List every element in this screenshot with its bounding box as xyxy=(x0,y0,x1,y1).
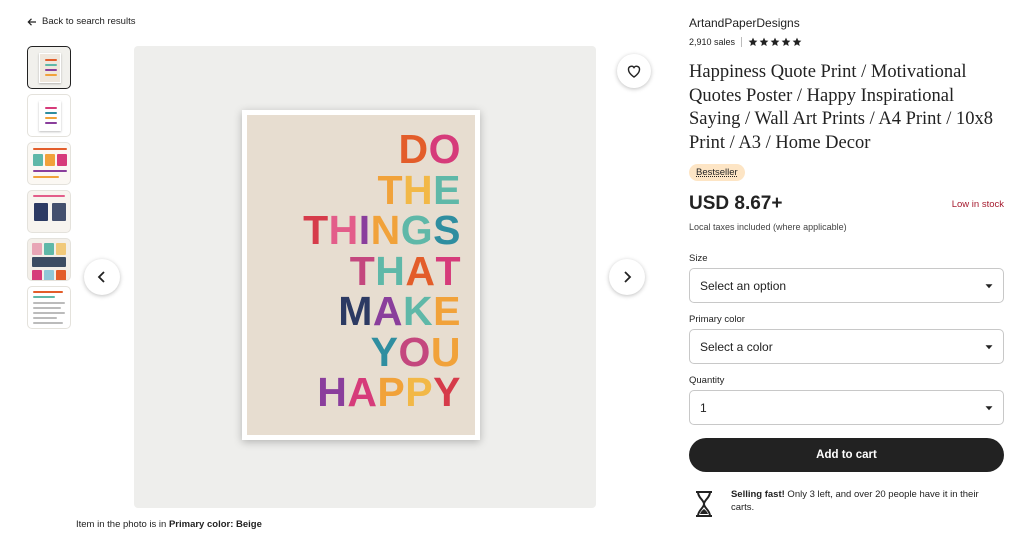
thumbnail-1[interactable] xyxy=(27,46,71,89)
star-icon xyxy=(759,37,769,46)
main-product-image: DO THE THINGS THAT MAKE YOU HAPPY xyxy=(134,46,596,508)
caption-color: Primary color: Beige xyxy=(168,519,262,530)
color-select[interactable]: Select a color xyxy=(689,329,1004,364)
listing-title: Happiness Quote Print / Motivational Quo… xyxy=(689,62,993,153)
poster-line: HAPPY xyxy=(317,369,461,415)
star-rating[interactable] xyxy=(748,37,802,47)
quantity-select[interactable]: 1 xyxy=(689,390,1004,425)
arrow-left-icon xyxy=(27,17,36,26)
caret-down-icon xyxy=(985,405,993,410)
chevron-left-icon xyxy=(97,271,105,283)
poster-line: DO xyxy=(398,126,461,172)
selling-fast-text: Selling fast! Only 3 left, and over 20 p… xyxy=(731,488,1004,518)
tax-note: Local taxes included (where applicable) xyxy=(689,222,847,232)
thumbnail-2[interactable] xyxy=(27,94,71,137)
thumbnail-5[interactable] xyxy=(27,238,71,281)
thumbnail-strip xyxy=(27,46,72,334)
photo-caption: Item in the photo is in Primary color: B… xyxy=(76,519,262,530)
quantity-label: Quantity xyxy=(689,375,725,386)
size-select[interactable]: Select an option xyxy=(689,268,1004,303)
sales-count: 2,910 sales xyxy=(689,37,736,47)
shop-name-link[interactable]: ArtandPaperDesigns xyxy=(689,16,800,30)
divider xyxy=(741,37,743,47)
color-select-value: Select a color xyxy=(700,339,773,354)
size-select-value: Select an option xyxy=(700,278,787,293)
add-to-cart-button[interactable]: Add to cart xyxy=(689,438,1004,472)
size-label: Size xyxy=(689,253,708,264)
chevron-right-icon xyxy=(624,271,632,283)
poster-line: THINGS xyxy=(303,207,461,253)
thumbnail-6[interactable] xyxy=(27,286,71,329)
favorite-button[interactable] xyxy=(617,54,651,88)
poster-line: MAKE xyxy=(338,288,461,334)
heart-icon xyxy=(627,65,641,78)
previous-image-button[interactable] xyxy=(84,259,120,295)
sales-rating-row: 2,910 sales xyxy=(689,37,802,47)
caret-down-icon xyxy=(985,344,993,349)
color-label: Primary color xyxy=(689,314,745,325)
price: USD 8.67+ xyxy=(689,193,783,214)
bestseller-badge[interactable]: Bestseller xyxy=(689,164,745,181)
star-icon xyxy=(770,37,780,46)
hourglass-icon xyxy=(689,488,719,518)
quantity-select-value: 1 xyxy=(700,400,707,415)
caption-prefix: Item in the photo is in xyxy=(76,519,169,530)
thumbnail-3[interactable] xyxy=(27,142,71,185)
star-icon xyxy=(792,37,802,46)
quote-poster: DO THE THINGS THAT MAKE YOU HAPPY xyxy=(242,110,480,440)
star-icon xyxy=(748,37,758,46)
thumbnail-4[interactable] xyxy=(27,190,71,233)
back-link-label: Back to search results xyxy=(42,16,136,27)
poster-line: THAT xyxy=(349,247,461,294)
star-icon xyxy=(781,37,791,46)
selling-fast-notice: Selling fast! Only 3 left, and over 20 p… xyxy=(689,488,1004,518)
caret-down-icon xyxy=(985,283,993,288)
poster-quote-text: DO THE THINGS THAT MAKE YOU HAPPY xyxy=(303,129,461,413)
stock-status: Low in stock xyxy=(951,199,1004,210)
next-image-button[interactable] xyxy=(609,259,645,295)
poster-line: THE xyxy=(377,166,461,213)
poster-line: YOU xyxy=(370,328,461,375)
selling-fast-strong: Selling fast! xyxy=(730,489,785,500)
back-to-search-link[interactable]: Back to search results xyxy=(27,16,135,27)
